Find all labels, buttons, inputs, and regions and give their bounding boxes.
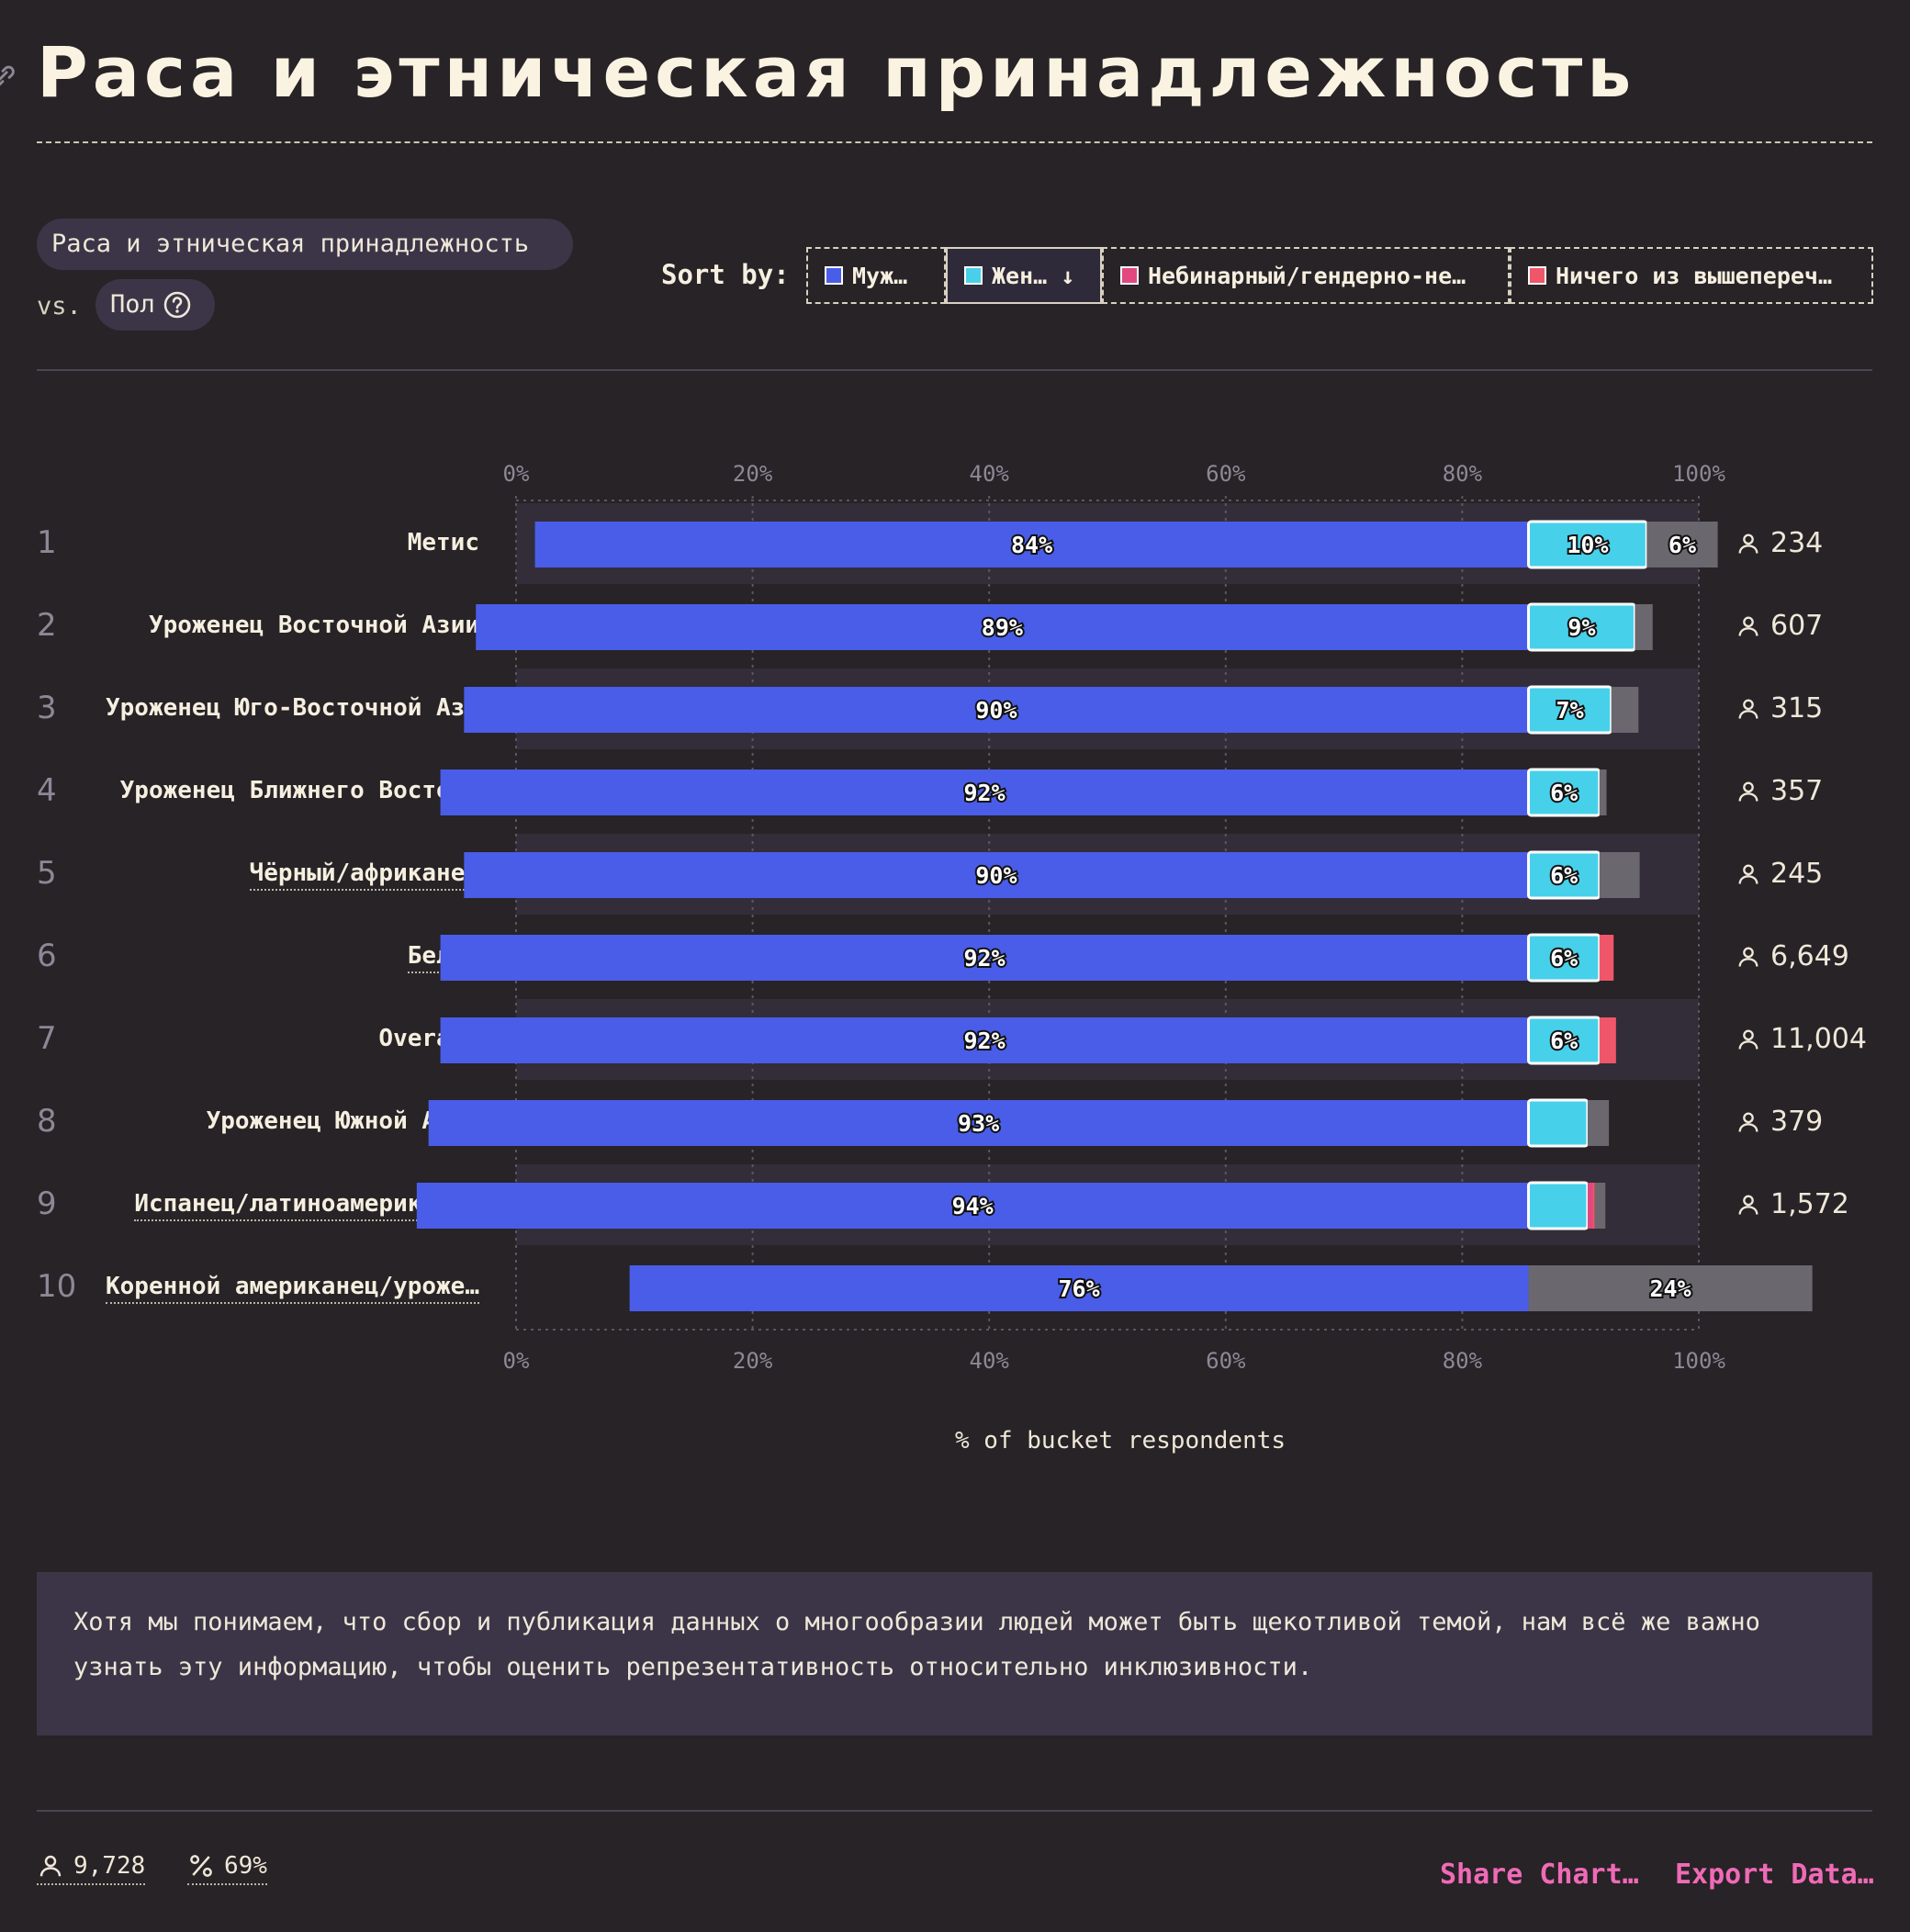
x-tick-label-top: 60%	[1206, 461, 1246, 487]
bar-segment-other	[1635, 604, 1653, 650]
x-axis-label: % of bucket respondents	[955, 1427, 1286, 1455]
bar-value-label: 92%	[963, 945, 1005, 972]
bar-value-label: 10%	[1567, 532, 1608, 558]
bar-segment-other	[1599, 852, 1640, 898]
bar-value-label: 6%	[1550, 862, 1578, 889]
bar-value-label: 9%	[1567, 614, 1595, 641]
percent-value: 69%	[224, 1852, 267, 1880]
bar-segment-other	[1594, 1183, 1606, 1229]
respondents-count: 9,728	[73, 1852, 146, 1880]
chart-plot: 84% 10% 6% 89% 9% 90% 7% 92% 6% 90% 6% 92% 6% 92% 6% 93…	[416, 496, 1813, 1331]
bar-value-label: 6%	[1668, 532, 1696, 558]
bar-value-label: 6%	[1550, 1028, 1578, 1054]
percent-icon	[190, 1855, 212, 1877]
bar-value-label: 92%	[963, 780, 1005, 806]
bar-segment-female	[1527, 1098, 1590, 1148]
x-tick-label-top: 0%	[502, 461, 530, 487]
bar-segment-none	[1599, 1017, 1616, 1063]
x-tick-label-bottom: 60%	[1206, 1348, 1246, 1374]
x-tick-label-bottom: 0%	[502, 1348, 530, 1374]
x-tick-label-top: 100%	[1672, 461, 1725, 487]
explanatory-note: Хотя мы понимаем, что сбор и публикация …	[37, 1572, 1872, 1735]
x-tick-label-bottom: 80%	[1442, 1348, 1483, 1374]
bar-value-label: 7%	[1556, 697, 1584, 724]
bar-value-label: 92%	[963, 1028, 1005, 1054]
bar-value-label: 76%	[1059, 1275, 1100, 1302]
bar-value-label: 6%	[1550, 945, 1578, 972]
bar-value-label: 90%	[975, 697, 1017, 724]
x-tick-label-bottom: 100%	[1672, 1348, 1725, 1374]
bar-value-label: 93%	[958, 1110, 999, 1137]
share-chart-link[interactable]: Share Chart…	[1440, 1859, 1639, 1891]
x-tick-label-top: 20%	[732, 461, 773, 487]
percent-stat[interactable]: 69%	[187, 1852, 267, 1885]
bar-value-label: 90%	[975, 862, 1017, 889]
bar-value-label: 89%	[982, 614, 1023, 641]
x-tick-label-top: 40%	[969, 461, 1009, 487]
bar-segment-none	[1592, 1183, 1595, 1229]
x-tick-label-bottom: 20%	[732, 1348, 773, 1374]
bar-segment-female	[1527, 1181, 1590, 1230]
bar-value-label: 6%	[1550, 780, 1578, 806]
bar-segment-other	[1611, 687, 1639, 733]
bar-segment-other	[1599, 769, 1607, 815]
x-tick-label-top: 80%	[1442, 461, 1483, 487]
bar-value-label: 84%	[1011, 532, 1052, 558]
footer-divider	[37, 1810, 1872, 1812]
bar-value-label: 94%	[952, 1193, 994, 1219]
x-tick-label-bottom: 40%	[969, 1348, 1009, 1374]
bar-segment-none	[1599, 935, 1614, 981]
respondents-stat[interactable]: 9,728	[37, 1852, 146, 1885]
bar-segment-nonbinary	[1587, 1183, 1593, 1229]
bar-value-label: 24%	[1650, 1275, 1691, 1302]
bar-segment-other	[1587, 1100, 1610, 1146]
person-icon	[39, 1855, 62, 1877]
export-data-link[interactable]: Export Data…	[1675, 1859, 1874, 1891]
